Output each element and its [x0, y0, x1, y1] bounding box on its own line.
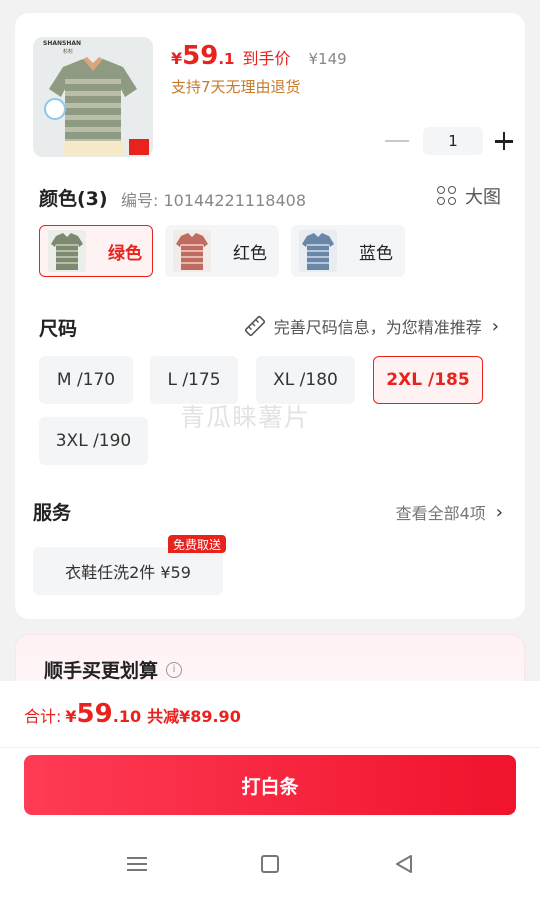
- recommend-title: 顺手买更划算 i: [44, 656, 183, 683]
- service-view-all-link[interactable]: 查看全部4项 ›: [396, 500, 503, 524]
- chevron-right-icon: ›: [495, 501, 503, 523]
- service-option-laundry[interactable]: 衣鞋任洗2件 ¥59: [33, 547, 223, 595]
- thumbnail-brand-sub: 杉杉: [63, 49, 74, 55]
- back-nav-icon[interactable]: [392, 852, 416, 876]
- color-thumbnail: [299, 230, 337, 272]
- product-thumbnail[interactable]: SHANSHAN 杉杉: [33, 37, 153, 157]
- decrease-button[interactable]: [385, 140, 409, 142]
- pay-with-baitiao-button[interactable]: 打白条: [24, 755, 516, 815]
- size-section-title: 尺码: [39, 318, 78, 340]
- color-option-green[interactable]: 绿色: [39, 225, 153, 277]
- color-option-label: 绿色: [108, 243, 142, 264]
- divider: [0, 747, 540, 748]
- price-currency: ¥: [171, 49, 183, 68]
- size-recommend-link[interactable]: 完善尺码信息，为您精准推荐 ›: [244, 314, 499, 338]
- total-integer: 59: [76, 699, 113, 729]
- price-decimal: .1: [218, 50, 235, 68]
- color-option-blue[interactable]: 蓝色: [291, 225, 405, 277]
- service-section-title: 服务: [33, 502, 72, 524]
- total-label: 合计:: [24, 707, 62, 726]
- size-option-2xl[interactable]: 2XL /185: [373, 356, 483, 404]
- free-pickup-badge: 免费取送: [168, 535, 227, 553]
- increase-button[interactable]: [495, 132, 513, 150]
- color-thumbnail: [48, 230, 86, 272]
- size-option-m[interactable]: M /170: [39, 356, 133, 404]
- recommend-title-text: 顺手买更划算: [44, 660, 159, 682]
- big-image-button[interactable]: 大图: [437, 183, 501, 209]
- price-label: 到手价: [242, 49, 291, 68]
- service-view-all-label: 查看全部4项: [395, 504, 486, 523]
- ruler-icon: [244, 315, 265, 337]
- color-option-label: 蓝色: [359, 243, 393, 264]
- quantity-stepper: 1: [385, 127, 513, 155]
- product-code: 编号: 10144221118408: [121, 191, 306, 210]
- home-nav-icon[interactable]: [258, 852, 282, 876]
- total-currency: ¥: [65, 707, 77, 726]
- size-hint-text: 完善尺码信息，为您精准推荐: [273, 318, 482, 337]
- sku-selector-card: SHANSHAN 杉杉 ¥ 59 .1 到手价 ¥149 支持7天无理由退货 1…: [15, 13, 525, 619]
- size-option-3xl[interactable]: 3XL /190: [39, 417, 148, 465]
- total-decimal: .10: [112, 707, 142, 726]
- original-price: ¥149: [308, 50, 347, 68]
- price-integer: 59: [182, 41, 219, 71]
- price-row: ¥ 59 .1 到手价 ¥149: [171, 41, 347, 71]
- size-option-xl[interactable]: XL /180: [256, 356, 355, 404]
- chevron-right-icon: ›: [491, 315, 499, 337]
- refund-policy: 支持7天无理由退货: [171, 78, 301, 96]
- watermark: 青瓜睐薯片: [180, 403, 311, 432]
- size-option-l[interactable]: L /175: [150, 356, 238, 404]
- grid-icon: [437, 186, 457, 206]
- color-option-label: 红色: [233, 243, 267, 264]
- thumbnail-brand-text: SHANSHAN: [43, 40, 82, 47]
- total-discount: 共减¥89.90: [147, 707, 241, 726]
- big-image-label: 大图: [465, 187, 501, 208]
- quantity-input[interactable]: 1: [423, 127, 483, 155]
- color-thumbnail: [173, 230, 211, 272]
- color-option-red[interactable]: 红色: [165, 225, 279, 277]
- total-row: 合计: ¥ 59 .10 共减¥89.90: [24, 699, 241, 729]
- color-section-title: 颜色(3): [39, 188, 108, 210]
- menu-nav-icon[interactable]: [125, 852, 149, 876]
- info-icon[interactable]: i: [166, 661, 183, 678]
